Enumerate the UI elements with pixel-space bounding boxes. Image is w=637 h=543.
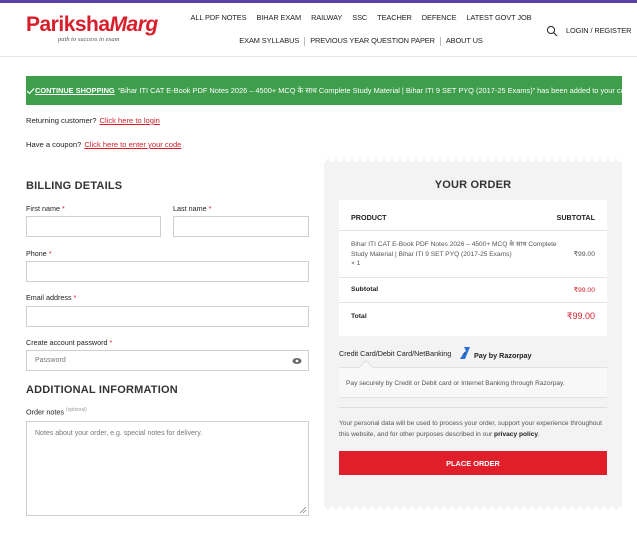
site-logo[interactable]: ParikshaMarg path to success in exam bbox=[26, 13, 159, 49]
nav-item-ssc[interactable]: SSC bbox=[347, 13, 372, 23]
section-divider bbox=[339, 407, 607, 408]
razorpay-icon bbox=[460, 347, 470, 359]
phone-input[interactable] bbox=[26, 261, 309, 282]
returning-customer-text: Returning customer? bbox=[26, 116, 97, 125]
razorpay-label: Pay by Razorpay bbox=[474, 351, 532, 360]
password-label: Create account password * bbox=[26, 338, 113, 347]
table-divider bbox=[339, 230, 607, 231]
notice-message: “Bihar ITI CAT E-Book PDF Notes 2026 – 4… bbox=[117, 85, 632, 95]
zigzag-top-edge bbox=[324, 158, 622, 164]
place-order-button[interactable]: PLACE ORDER bbox=[339, 451, 607, 475]
password-placeholder: Password bbox=[35, 357, 66, 364]
payment-description-box: Pay securely by Credit or Debit card or … bbox=[339, 359, 607, 398]
returning-customer: Returning customer? Click here to login bbox=[26, 116, 160, 125]
privacy-notice: Your personal data will be used to proce… bbox=[339, 420, 602, 438]
phone-label: Phone * bbox=[26, 249, 52, 258]
total-value: ₹99.00 bbox=[566, 311, 595, 321]
order-notes-placeholder: Notes about your order, e.g. special not… bbox=[35, 430, 203, 437]
continue-shopping-link[interactable]: CONTINUE SHOPPING bbox=[35, 86, 115, 95]
cart-notice: CONTINUE SHOPPING “Bihar ITI CAT E-Book … bbox=[26, 76, 631, 105]
nav-item-railway[interactable]: RAILWAY bbox=[306, 13, 347, 23]
table-divider bbox=[339, 277, 607, 278]
first-name-label: First name * bbox=[26, 204, 65, 213]
nav-item-latest-govt-job[interactable]: LATEST GOVT JOB bbox=[461, 13, 536, 23]
subtotal-value: ₹99.00 bbox=[573, 287, 595, 294]
site-header: ParikshaMarg path to success in exam ALL… bbox=[0, 3, 637, 57]
column-subtotal: SUBTOTAL bbox=[556, 213, 595, 222]
first-name-input[interactable] bbox=[26, 216, 161, 237]
logo-part1: Pariksha bbox=[26, 13, 110, 36]
order-item-price: ₹99.00 bbox=[573, 251, 595, 258]
subtotal-label: Subtotal bbox=[351, 286, 379, 293]
privacy-policy-link[interactable]: privacy policy bbox=[494, 431, 538, 438]
your-order-heading: YOUR ORDER bbox=[434, 179, 512, 191]
login-link[interactable]: Click here to login bbox=[100, 116, 160, 125]
nav-item-teacher[interactable]: TEACHER bbox=[372, 13, 417, 23]
nav-item-exam-syllabus[interactable]: EXAM SYLLABUS bbox=[234, 36, 304, 46]
additional-information-heading: ADDITIONAL INFORMATION bbox=[26, 384, 178, 396]
payment-description: Pay securely by Credit or Debit card or … bbox=[346, 380, 565, 387]
total-label: Total bbox=[351, 313, 367, 320]
login-register-link[interactable]: LOGIN / REGISTER bbox=[566, 26, 631, 35]
check-icon bbox=[26, 87, 35, 94]
nav-item-previous-year-question-paper[interactable]: PREVIOUS YEAR QUESTION PAPER bbox=[305, 36, 440, 46]
coupon-link[interactable]: Click here to enter your code bbox=[84, 140, 181, 149]
column-product: PRODUCT bbox=[351, 213, 387, 222]
password-input[interactable]: Password bbox=[26, 350, 309, 371]
payment-method-label[interactable]: Credit Card/Debit Card/NetBanking bbox=[339, 349, 451, 358]
order-notes-label: Order notes (optional) bbox=[26, 407, 87, 417]
email-input[interactable] bbox=[26, 306, 309, 327]
billing-details-heading: BILLING DETAILS bbox=[26, 180, 123, 192]
table-divider bbox=[339, 302, 607, 303]
search-icon[interactable] bbox=[546, 25, 558, 37]
coupon-text: Have a coupon? bbox=[26, 140, 82, 149]
resize-grip-icon[interactable] bbox=[299, 506, 307, 514]
nav-item-bihar-exam[interactable]: BIHAR EXAM bbox=[251, 13, 306, 23]
nav-item-defence[interactable]: DEFENCE bbox=[417, 13, 462, 23]
coupon-prompt: Have a coupon? Click here to enter your c… bbox=[26, 140, 181, 149]
main-nav-row1: ALL PDF NOTES BIHAR EXAM RAILWAY SSC TEACHER… bbox=[191, 13, 532, 23]
eye-icon[interactable] bbox=[292, 357, 302, 365]
order-item-quantity: × 1 bbox=[351, 260, 361, 267]
last-name-input[interactable] bbox=[173, 216, 309, 237]
nav-item-all-pdf-notes[interactable]: ALL PDF NOTES bbox=[186, 13, 252, 23]
logo-tagline: path to success in exam bbox=[58, 36, 120, 43]
email-label: Email address * bbox=[26, 293, 77, 302]
nav-item-about-us[interactable]: ABOUT US bbox=[441, 36, 488, 46]
last-name-label: Last name * bbox=[173, 204, 212, 213]
order-notes-textarea[interactable]: Notes about your order, e.g. special not… bbox=[26, 421, 309, 516]
order-item-name: Bihar ITI CAT E-Book PDF Notes 2026 – 45… bbox=[351, 240, 561, 269]
zigzag-bottom-edge bbox=[324, 505, 622, 511]
logo-part2: Marg bbox=[109, 13, 159, 36]
order-table: PRODUCT SUBTOTAL Bihar ITI CAT E-Book PD… bbox=[339, 200, 607, 336]
main-nav-row2: EXAM SYLLABUS PREVIOUS YEAR QUESTION PAPE… bbox=[200, 36, 522, 46]
